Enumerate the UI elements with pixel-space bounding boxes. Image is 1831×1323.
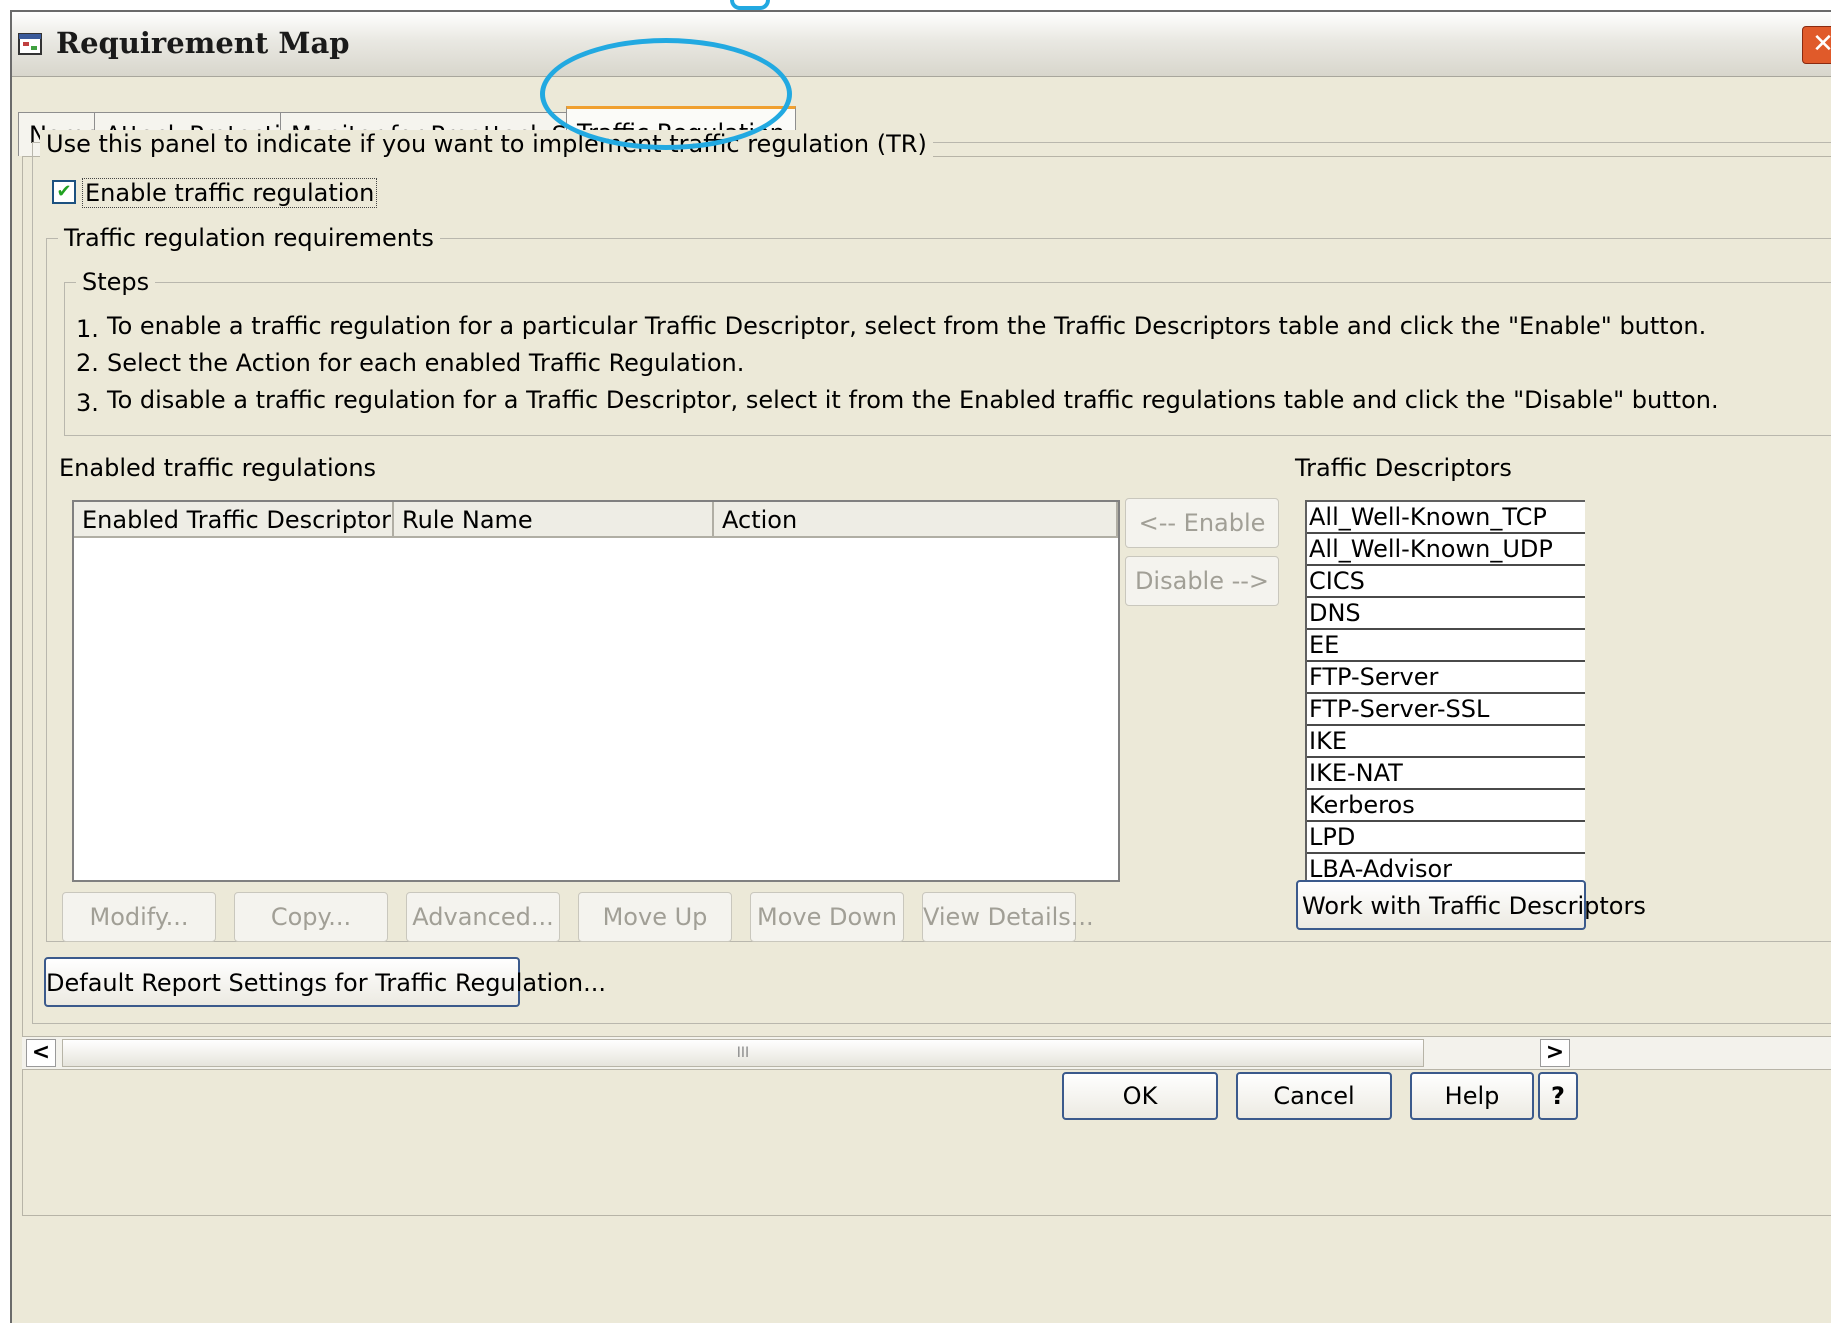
app-window-icon [18,33,42,55]
requirement-map-dialog: Requirement Map ✕ Name Attack Protection… [10,10,1831,1323]
list-item[interactable]: All_Well-Known_UDP [1307,534,1585,566]
step-2-text: Select the Action for each enabled Traff… [107,349,745,377]
checkmark-icon: ✔ [56,181,72,202]
requirements-legend: Traffic regulation requirements [58,224,440,252]
horizontal-scrollbar[interactable]: < III > [22,1036,1831,1070]
advanced-button[interactable]: Advanced... [406,892,560,942]
column-header-action[interactable]: Action [714,502,1118,538]
steps-legend: Steps [76,268,156,296]
move-down-button[interactable]: Move Down [750,892,904,942]
list-item[interactable]: EE [1307,630,1585,662]
list-item[interactable]: CICS [1307,566,1585,598]
list-item[interactable]: FTP-Server-SSL [1307,694,1585,726]
highlight-marker-top [730,0,770,10]
close-button[interactable]: ✕ [1802,26,1831,64]
help-button[interactable]: Help [1410,1072,1534,1120]
window-title: Requirement Map [56,26,350,60]
list-item[interactable]: IKE [1307,726,1585,758]
close-icon: ✕ [1812,29,1831,59]
default-report-settings-button[interactable]: Default Report Settings for Traffic Regu… [44,957,606,1007]
cancel-button[interactable]: Cancel [1236,1072,1392,1120]
modify-button[interactable]: Modify... [62,892,216,942]
chevron-left-icon: < [31,1040,51,1065]
step-3-number: 3. [76,389,99,417]
column-header-enabled-traffic-descriptor[interactable]: Enabled Traffic Descriptor [74,502,394,538]
list-item[interactable]: IKE-NAT [1307,758,1585,790]
enabled-regulations-table[interactable]: Enabled Traffic Descriptor Rule Name Act… [72,500,1120,882]
title-bar: Requirement Map ✕ [12,12,1831,77]
context-help-button[interactable]: ? [1538,1072,1578,1120]
list-item[interactable]: LPD [1307,822,1585,854]
tab-highlight-ellipse [540,38,792,150]
enabled-regulations-label: Enabled traffic regulations [59,454,377,482]
enable-traffic-regulation-checkbox[interactable]: ✔ [52,180,76,204]
list-item[interactable]: DNS [1307,598,1585,630]
disable-button[interactable]: Disable --> [1125,556,1279,606]
step-3-text: To disable a traffic regulation for a Tr… [107,386,1719,414]
step-1-text: To enable a traffic regulation for a par… [107,312,1707,340]
scroll-left-button[interactable]: < [26,1039,56,1067]
scroll-thumb[interactable]: III [62,1039,1424,1067]
enable-button[interactable]: <-- Enable [1125,498,1279,548]
step-2-number: 2. [76,349,99,377]
chevron-right-icon: > [1545,1040,1565,1065]
scroll-right-button[interactable]: > [1540,1039,1570,1067]
list-item[interactable]: FTP-Server [1307,662,1585,694]
scroll-grip-icon: III [736,1045,750,1061]
copy-button[interactable]: Copy... [234,892,388,942]
enable-traffic-regulation-label[interactable]: Enable traffic regulation [82,178,378,208]
step-1-number: 1. [76,315,99,343]
ok-button[interactable]: OK [1062,1072,1218,1120]
list-item[interactable]: All_Well-Known_TCP [1307,502,1585,534]
column-header-rule-name[interactable]: Rule Name [394,502,714,538]
move-up-button[interactable]: Move Up [578,892,732,942]
list-item[interactable]: Kerberos [1307,790,1585,822]
panel-instructions: Use this panel to indicate if you want t… [40,130,933,158]
traffic-descriptors-list[interactable]: All_Well-Known_TCP All_Well-Known_UDP CI… [1305,500,1585,884]
work-with-traffic-descriptors-button[interactable]: Work with Traffic Descriptors [1296,880,1646,930]
traffic-descriptors-label: Traffic Descriptors [1295,454,1512,482]
view-details-button[interactable]: View Details... [922,892,1094,942]
